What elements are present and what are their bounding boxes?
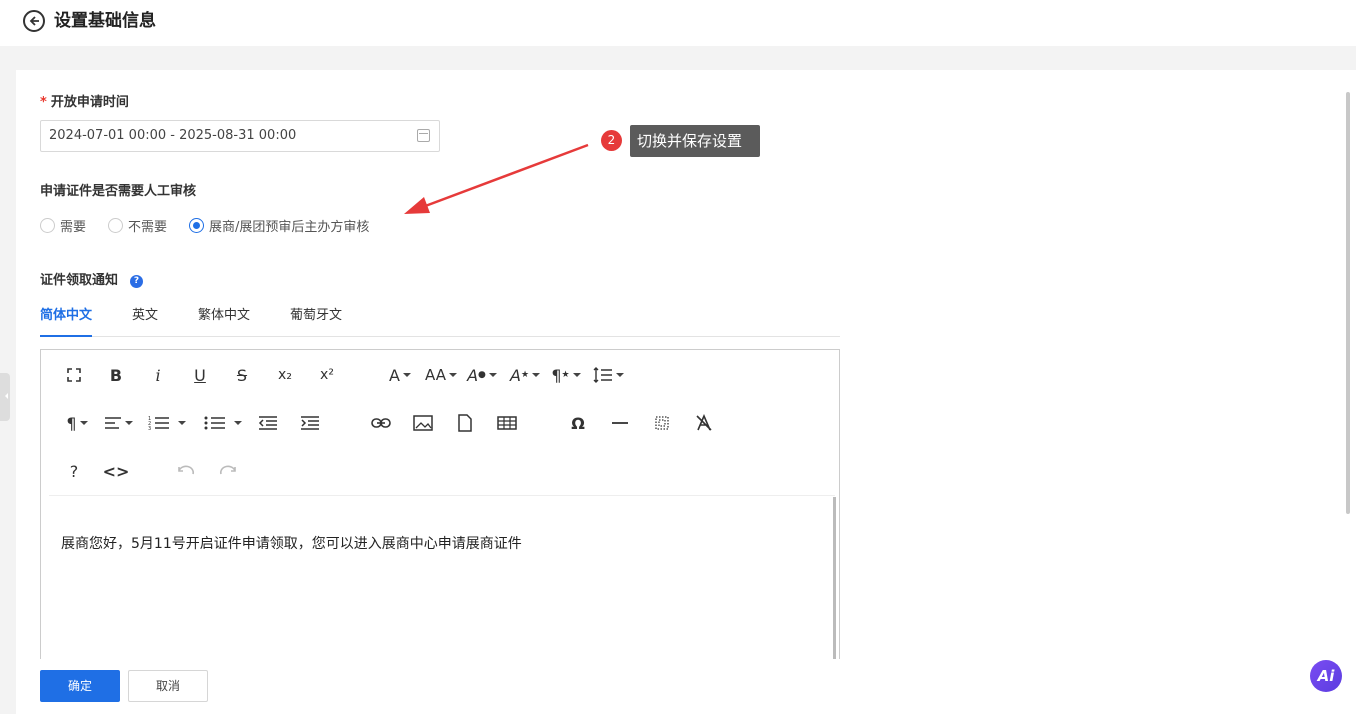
text-color-glyph: A — [467, 365, 479, 385]
chevron-down-icon — [532, 373, 541, 377]
tab-traditional-chinese[interactable]: 繁体中文 — [198, 306, 250, 337]
editor-scrollbar[interactable] — [833, 497, 836, 659]
paragraph-format-icon[interactable]: ¶ — [61, 411, 93, 435]
radio-circle — [108, 218, 124, 233]
cancel-button[interactable]: 取消 — [128, 670, 208, 702]
svg-text:3: 3 — [148, 426, 151, 431]
tab-portuguese[interactable]: 葡萄牙文 — [290, 306, 342, 337]
color-tag-icon: ● — [478, 370, 486, 380]
special-character-icon[interactable]: Ω — [566, 411, 590, 435]
underline-icon[interactable]: U — [189, 363, 211, 387]
link-icon[interactable] — [369, 411, 393, 435]
outdent-icon[interactable] — [256, 411, 280, 435]
annotation-step-badge: 2 — [601, 130, 622, 151]
unordered-list-icon[interactable] — [201, 411, 245, 435]
align-icon[interactable] — [101, 411, 135, 435]
chevron-down-icon — [178, 421, 186, 425]
radio-label: 不需要 — [128, 220, 168, 235]
star-icon: ★ — [520, 370, 530, 380]
open-time-label: * 开放申请时间 — [40, 94, 129, 112]
indent-icon[interactable] — [298, 411, 322, 435]
code-view-icon[interactable]: <> — [103, 459, 130, 483]
pilcrow-glyph: ¶ — [551, 365, 562, 385]
table-icon[interactable] — [495, 411, 519, 435]
tab-simplified-chinese[interactable]: 简体中文 — [40, 306, 93, 337]
inline-style-icon[interactable]: A ★ — [508, 363, 542, 387]
radio-label: 展商/展团预审后主办方审核 — [209, 220, 370, 235]
paragraph-style-icon[interactable]: ¶ ★ — [549, 363, 583, 387]
radio-circle-checked — [189, 218, 205, 233]
font-size-glyph: AA — [425, 366, 446, 384]
horizontal-line-icon[interactable] — [608, 411, 632, 435]
side-collapse-handle[interactable] — [0, 373, 10, 421]
review-label: 申请证件是否需要人工审核 — [40, 184, 197, 199]
back-arrow-icon[interactable] — [23, 10, 45, 32]
radio-pre-review[interactable]: 展商/展团预审后主办方审核 — [189, 216, 369, 235]
chevron-down-icon — [402, 373, 411, 377]
star-icon: ★ — [561, 370, 570, 380]
font-family-icon[interactable]: A — [385, 363, 415, 387]
bold-icon[interactable]: B — [105, 363, 127, 387]
language-tabs: 简体中文 英文 繁体中文 葡萄牙文 — [40, 306, 840, 337]
toolbar-divider — [49, 495, 835, 496]
tab-english[interactable]: 英文 — [132, 306, 158, 337]
clear-format-icon[interactable] — [692, 411, 716, 435]
undo-icon[interactable] — [175, 459, 197, 483]
top-bar: 设置基础信息 — [0, 0, 1356, 46]
radio-not-need[interactable]: 不需要 — [108, 216, 167, 235]
radio-need[interactable]: 需要 — [40, 216, 86, 235]
help-circle-icon[interactable]: ? — [130, 275, 143, 288]
date-range-value: 2024-07-01 00:00 - 2025-08-31 00:00 — [49, 128, 297, 143]
inline-style-glyph: A — [509, 365, 521, 385]
confirm-button[interactable]: 确定 — [40, 670, 120, 702]
page-scrollbar[interactable] — [1346, 92, 1350, 514]
calendar-icon[interactable] — [417, 129, 430, 142]
open-time-label-text: 开放申请时间 — [50, 95, 129, 110]
font-glyph: A — [389, 365, 400, 385]
radio-circle — [40, 218, 55, 233]
chevron-down-icon — [124, 421, 133, 425]
superscript-icon[interactable]: x² — [315, 363, 339, 387]
editor-content[interactable]: 展商您好，5月11号开启证件申请领取，您可以进入展商中心申请展商证件 — [61, 534, 522, 554]
notice-label: 证件领取通知 — [40, 273, 119, 288]
text-color-icon[interactable]: A ● — [465, 363, 499, 387]
page-title: 设置基础信息 — [54, 11, 156, 31]
ordered-list-icon[interactable]: 123 — [145, 411, 189, 435]
help-icon[interactable]: ? — [63, 459, 85, 483]
redo-icon[interactable] — [217, 459, 239, 483]
image-icon[interactable] — [411, 411, 435, 435]
annotation-tooltip: 切换并保存设置 — [630, 125, 760, 157]
chevron-down-icon — [79, 421, 88, 425]
font-size-icon[interactable]: AA — [425, 363, 457, 387]
file-icon[interactable] — [453, 411, 477, 435]
chevron-down-icon — [615, 373, 624, 377]
ai-assistant-button[interactable]: Ai — [1310, 660, 1342, 692]
rich-text-editor: B i U S x₂ x² A AA A ● A ★ ¶ ★ ¶ 123 Ω ?… — [40, 349, 840, 659]
pilcrow-glyph: ¶ — [66, 413, 77, 433]
select-all-icon[interactable] — [650, 411, 674, 435]
chevron-down-icon — [488, 373, 497, 377]
date-range-input[interactable]: 2024-07-01 00:00 - 2025-08-31 00:00 — [40, 120, 440, 152]
subscript-icon[interactable]: x₂ — [273, 363, 297, 387]
line-height-icon[interactable] — [591, 363, 625, 387]
review-radio-group: 需要 不需要 展商/展团预审后主办方审核 — [40, 216, 391, 235]
italic-icon[interactable]: i — [147, 363, 169, 387]
fullscreen-icon[interactable] — [63, 363, 85, 387]
required-mark: * — [40, 95, 47, 110]
chevron-down-icon — [448, 373, 457, 377]
chevron-down-icon — [572, 373, 581, 377]
strikethrough-icon[interactable]: S — [231, 363, 253, 387]
radio-label: 需要 — [60, 220, 87, 235]
chevron-down-icon — [234, 421, 242, 425]
